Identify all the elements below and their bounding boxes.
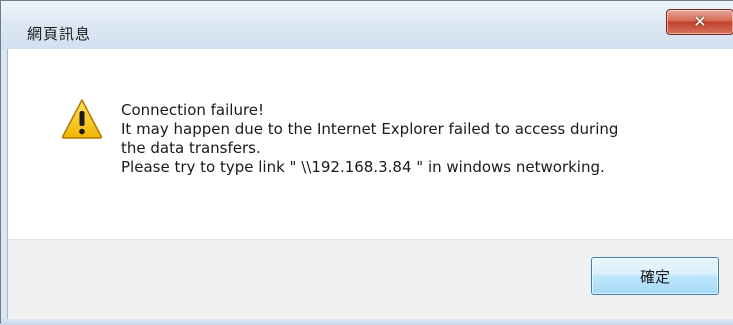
warning-icon xyxy=(61,99,103,139)
close-button[interactable]: ✕ xyxy=(666,9,733,35)
message-line: Connection failure! xyxy=(121,101,265,119)
dialog-title: 網頁訊息 xyxy=(27,25,92,43)
ok-button[interactable]: 確定 xyxy=(591,257,719,295)
close-icon: ✕ xyxy=(693,12,707,31)
message-dialog: 網頁訊息 ✕ Connection failure! It may happen… xyxy=(0,0,733,325)
message-line: It may happen due to the Internet Explor… xyxy=(121,120,619,138)
title-bar[interactable]: 網頁訊息 ✕ xyxy=(1,1,733,49)
message-line: the data transfers. xyxy=(121,139,261,157)
message-line: Please try to type link " \\192.168.3.84… xyxy=(121,158,605,176)
button-bar: 確定 xyxy=(7,239,733,320)
message-text: Connection failure! It may happen due to… xyxy=(121,101,721,177)
window-bottom-border xyxy=(1,319,733,325)
